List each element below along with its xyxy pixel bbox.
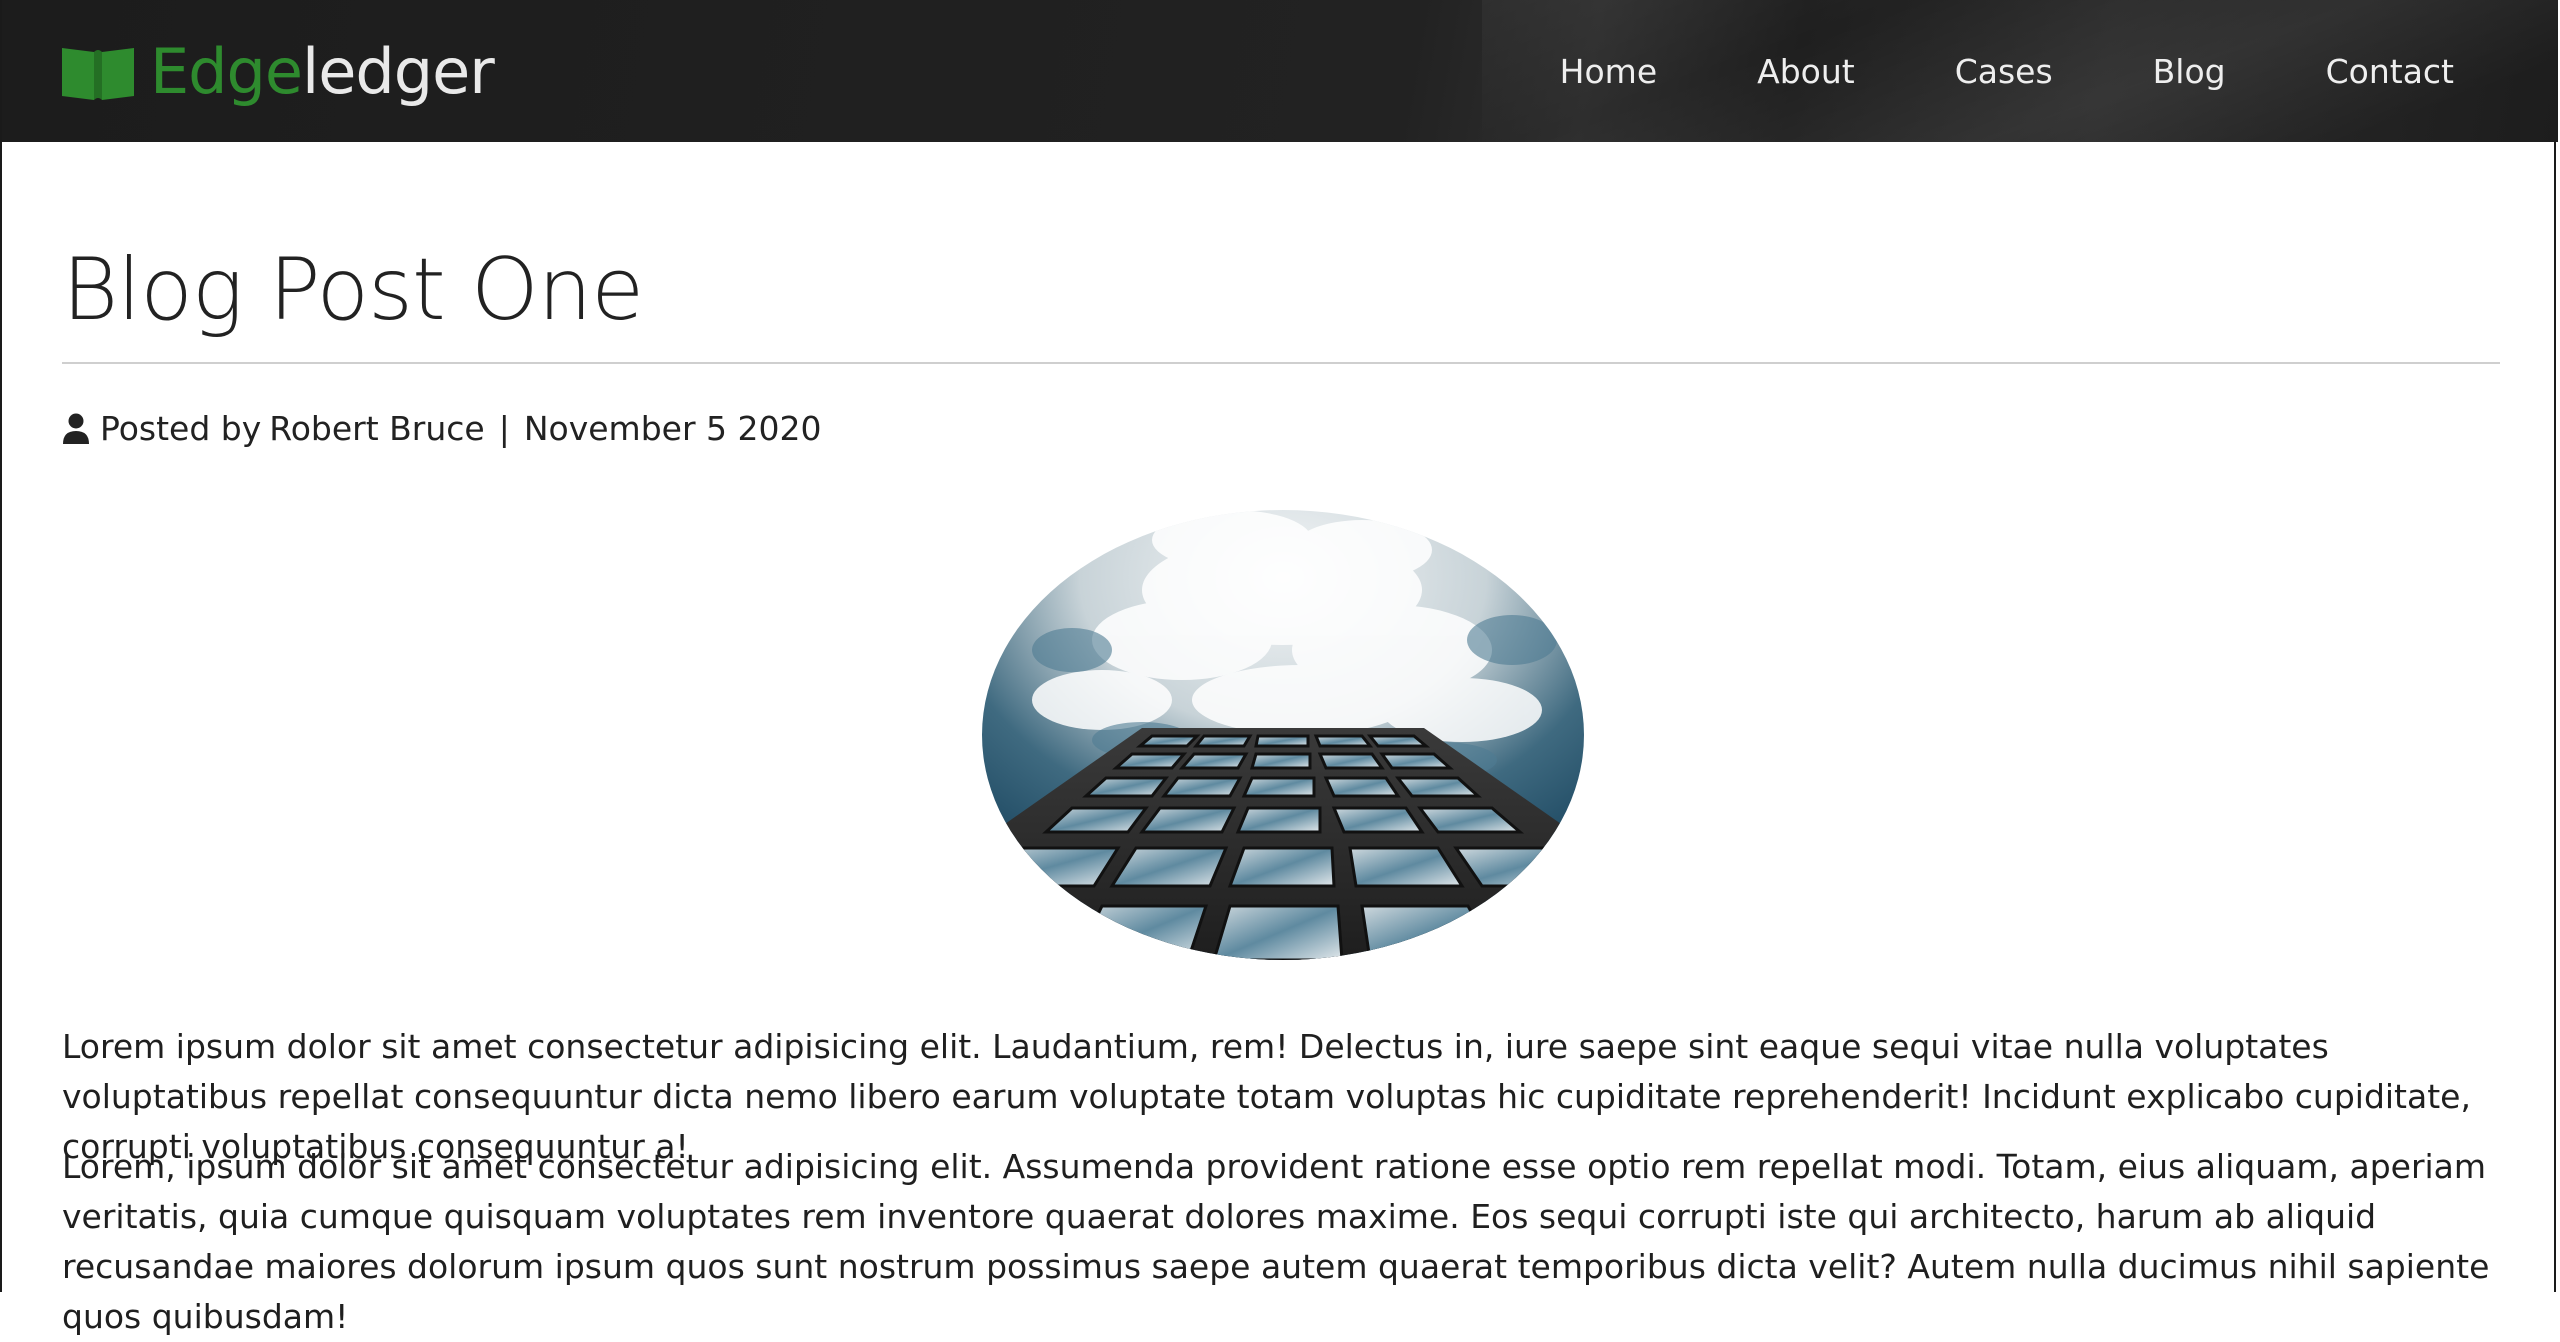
page: Edgeledger Home About Cases Blog Contact… (0, 0, 2558, 1336)
meta-separator: | (498, 409, 510, 448)
navbar: Edgeledger Home About Cases Blog Contact (2, 0, 2558, 142)
nav-contact[interactable]: Contact (2326, 52, 2454, 91)
building-sky-image (982, 510, 1584, 960)
brand-name: Edgeledger (150, 30, 495, 114)
nav-cases[interactable]: Cases (1955, 52, 2053, 91)
brand-name-part2: ledger (302, 35, 495, 108)
post-author: Robert Bruce (269, 409, 485, 448)
title-divider (62, 362, 2500, 364)
nav-about[interactable]: About (1757, 52, 1855, 91)
nav-home[interactable]: Home (1560, 52, 1657, 91)
brand-logo-link[interactable]: Edgeledger (60, 30, 495, 114)
post-paragraph-2: Lorem, ipsum dolor sit amet consectetur … (62, 1147, 2490, 1336)
post-date: November 5 2020 (523, 409, 822, 448)
post-content: Blog Post One Posted by Robert Bruce | N… (62, 142, 2500, 1336)
post-title: Blog Post One (62, 240, 644, 340)
user-icon (63, 413, 89, 444)
post-image (982, 510, 1584, 960)
book-icon (62, 48, 134, 100)
posted-by-label: Posted by (100, 409, 262, 448)
post-meta: Posted by Robert Bruce | November 5 2020 (62, 408, 2500, 450)
brand-name-part1: Edge (150, 35, 303, 108)
main-nav: Home About Cases Blog Contact (1560, 0, 2454, 142)
nav-blog[interactable]: Blog (2153, 52, 2226, 91)
